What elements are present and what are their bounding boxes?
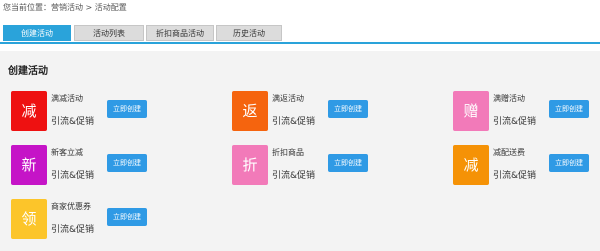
merchant-coupon-icon: 领 [11, 199, 47, 239]
card-discount-goods: 折 折扣商品 引流&促销 立即创建 [232, 145, 382, 189]
create-delivery-discount-button[interactable]: 立即创建 [549, 154, 589, 172]
card-desc: 引流&促销 [493, 171, 537, 181]
card-desc: 引流&促销 [51, 225, 95, 235]
tab-history-activity[interactable]: 历史活动 [216, 25, 282, 41]
full-reduction-icon: 减 [11, 91, 47, 131]
card-desc: 引流&促销 [51, 171, 95, 181]
new-customer-icon: 新 [11, 145, 47, 185]
card-full-return: 返 满返活动 引流&促销 立即创建 [232, 91, 382, 135]
card-name: 商家优惠券 [51, 202, 91, 211]
create-merchant-coupon-button[interactable]: 立即创建 [107, 208, 147, 226]
tab-discount-goods[interactable]: 折扣商品活动 [146, 25, 214, 41]
card-name: 满赠活动 [493, 94, 525, 103]
breadcrumb: 您当前位置：营销活动 > 活动配置 [3, 3, 127, 12]
card-name: 折扣商品 [272, 148, 304, 157]
card-name: 减配送费 [493, 148, 525, 157]
create-full-return-button[interactable]: 立即创建 [328, 100, 368, 118]
delivery-discount-icon: 减 [453, 145, 489, 185]
create-activity-panel: 创建活动 减 满减活动 引流&促销 立即创建 返 满返活动 引流&促销 立即创建… [0, 51, 600, 251]
tab-create-activity[interactable]: 创建活动 [3, 25, 71, 41]
card-desc: 引流&促销 [51, 117, 95, 127]
panel-title: 创建活动 [8, 66, 48, 77]
card-name: 新客立减 [51, 148, 83, 157]
card-delivery-discount: 减 减配送费 引流&促销 立即创建 [453, 145, 600, 189]
create-new-customer-button[interactable]: 立即创建 [107, 154, 147, 172]
card-new-customer: 新 新客立减 引流&促销 立即创建 [11, 145, 161, 189]
card-merchant-coupon: 领 商家优惠券 引流&促销 立即创建 [11, 199, 161, 243]
full-gift-icon: 赠 [453, 91, 489, 131]
full-return-icon: 返 [232, 91, 268, 131]
create-discount-goods-button[interactable]: 立即创建 [328, 154, 368, 172]
card-name: 满减活动 [51, 94, 83, 103]
card-desc: 引流&促销 [272, 117, 316, 127]
discount-goods-icon: 折 [232, 145, 268, 185]
card-desc: 引流&促销 [493, 117, 537, 127]
card-full-gift: 赠 满赠活动 引流&促销 立即创建 [453, 91, 600, 135]
card-name: 满返活动 [272, 94, 304, 103]
create-full-gift-button[interactable]: 立即创建 [549, 100, 589, 118]
create-full-reduction-button[interactable]: 立即创建 [107, 100, 147, 118]
card-desc: 引流&促销 [272, 171, 316, 181]
tab-activity-list[interactable]: 活动列表 [74, 25, 144, 41]
card-full-reduction: 减 满减活动 引流&促销 立即创建 [11, 91, 161, 135]
tab-bar: 创建活动 活动列表 折扣商品活动 历史活动 [0, 22, 600, 44]
